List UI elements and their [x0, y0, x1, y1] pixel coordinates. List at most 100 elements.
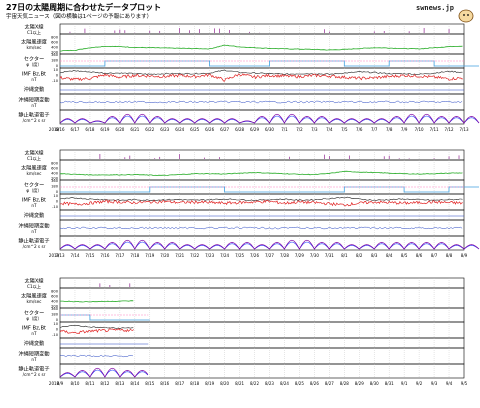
panel-unit: C1以上 [27, 283, 41, 289]
imf-bz-line [59, 73, 463, 82]
date-tick: 8/20 [220, 381, 229, 386]
tick-label: 600 [51, 295, 59, 299]
imf-bz-line [59, 328, 134, 335]
sector-line [60, 186, 479, 193]
date-tick: 7/19 [145, 253, 154, 258]
date-tick: 8/24 [280, 381, 289, 386]
date-tick: 8/25 [295, 381, 304, 386]
imf-bt-line [59, 325, 134, 330]
panel-frame [59, 337, 465, 349]
date-tick: 9/4 [446, 381, 453, 386]
date-tick: 7/8 [386, 127, 393, 132]
xray-series [99, 154, 460, 159]
xray-series [69, 28, 450, 33]
date-tick: 8/9 [461, 253, 468, 258]
date-tick: 8/18 [190, 381, 199, 386]
date-tick: 6/25 [190, 127, 199, 132]
date-tick: 8/21 [235, 381, 244, 386]
panel-unit: C1以上 [27, 29, 41, 35]
date-tick: 7/11 [430, 127, 439, 132]
tick-label: -10 [52, 205, 59, 209]
sector-line [60, 314, 150, 321]
date-tick: 7/14 [70, 253, 79, 258]
imf-bt-line [59, 196, 463, 202]
date-tick: 7/21 [175, 253, 184, 258]
date-tick: 7/13 [460, 127, 469, 132]
date-tick: 6/20 [115, 127, 124, 132]
tick-label: 800 [51, 290, 59, 294]
date-tick: 8/7 [431, 253, 438, 258]
date-tick: 7/15 [85, 253, 94, 258]
date-tick: 9/1 [401, 381, 408, 386]
panel-unit: km/sec [27, 171, 43, 176]
date-tick: 6/17 [70, 127, 79, 132]
tick-label: 180 [51, 59, 59, 63]
date-tick: 6/16 [56, 127, 65, 132]
date-tick: 7/27 [265, 253, 274, 258]
panel-frame [59, 277, 465, 289]
electron-line-b [59, 115, 480, 124]
chart-area: 太陽X線C1以上太陽風速度km/secセクターφ（度）IMF Bz,BtnT沖縄… [18, 23, 480, 387]
date-tick: 7/9 [401, 127, 408, 132]
date-tick: 7/12 [445, 127, 454, 132]
panel-unit: /cm^2 s sr [23, 372, 46, 377]
tick-label: 180 [51, 313, 59, 317]
date-tick: 6/18 [85, 127, 94, 132]
tick-label: 0 [56, 74, 59, 78]
imf-bt-line [59, 69, 463, 76]
date-tick: 8/5 [401, 253, 408, 258]
panel-unit: φ（度） [26, 61, 41, 68]
date-tick: 6/21 [130, 127, 139, 132]
date-tick: 7/13 [56, 253, 65, 258]
date-tick: 6/29 [250, 127, 259, 132]
panel-frame [59, 193, 465, 211]
date-tick: 7/3 [311, 127, 318, 132]
date-tick: 8/27 [325, 381, 334, 386]
tick-label: 800 [51, 162, 59, 166]
date-tick: 6/28 [235, 127, 244, 132]
tick-label: 400 [51, 172, 59, 176]
date-tick: 7/31 [325, 253, 334, 258]
date-tick: 8/11 [85, 381, 94, 386]
panel-label: 沖縄変動 [24, 211, 45, 219]
panel-unit: φ（度） [26, 315, 41, 322]
date-tick: 8/10 [70, 381, 79, 386]
panel-label: 沖縄変動 [24, 85, 45, 93]
tick-label: 0 [56, 200, 59, 204]
date-tick: 6/23 [160, 127, 169, 132]
tick-label: -10 [52, 79, 59, 83]
wind-speed-line [60, 300, 134, 303]
date-tick: 8/8 [446, 253, 453, 258]
tick-label: 10 [53, 322, 58, 326]
tick-label: 600 [51, 167, 59, 171]
date-tick: 8/1 [341, 253, 348, 258]
tick-label: 360 [51, 179, 59, 183]
date-tick: 7/1 [281, 127, 288, 132]
date-tick: 8/30 [370, 381, 379, 386]
panel-unit: nT [31, 103, 37, 108]
date-tick: 8/19 [205, 381, 214, 386]
tick-label: 0 [56, 328, 59, 332]
date-tick: 8/17 [175, 381, 184, 386]
date-tick: 8/13 [115, 381, 124, 386]
date-tick: 7/23 [205, 253, 214, 258]
date-tick: 8/28 [340, 381, 349, 386]
panel-unit: φ（度） [26, 187, 41, 194]
date-tick: 8/31 [385, 381, 394, 386]
tick-label: 360 [51, 307, 59, 311]
xray-series [99, 283, 131, 287]
date-tick: 9/3 [431, 381, 438, 386]
tick-label: 400 [51, 300, 59, 304]
date-tick: 8/26 [310, 381, 319, 386]
date-tick: 6/27 [220, 127, 229, 132]
date-tick: 7/4 [326, 127, 333, 132]
date-tick: 8/2 [356, 253, 363, 258]
chart-block-3: 太陽X線C1以上太陽風速度km/secセクターφ（度）IMF Bz,BtnT沖縄… [18, 277, 467, 387]
date-tick: 6/26 [205, 127, 214, 132]
panel-unit: nT [31, 229, 37, 234]
date-tick: 7/18 [130, 253, 139, 258]
tick-label: 600 [51, 41, 59, 45]
date-tick: 7/28 [280, 253, 289, 258]
date-tick: 7/17 [115, 253, 124, 258]
tick-label: 800 [51, 36, 59, 40]
